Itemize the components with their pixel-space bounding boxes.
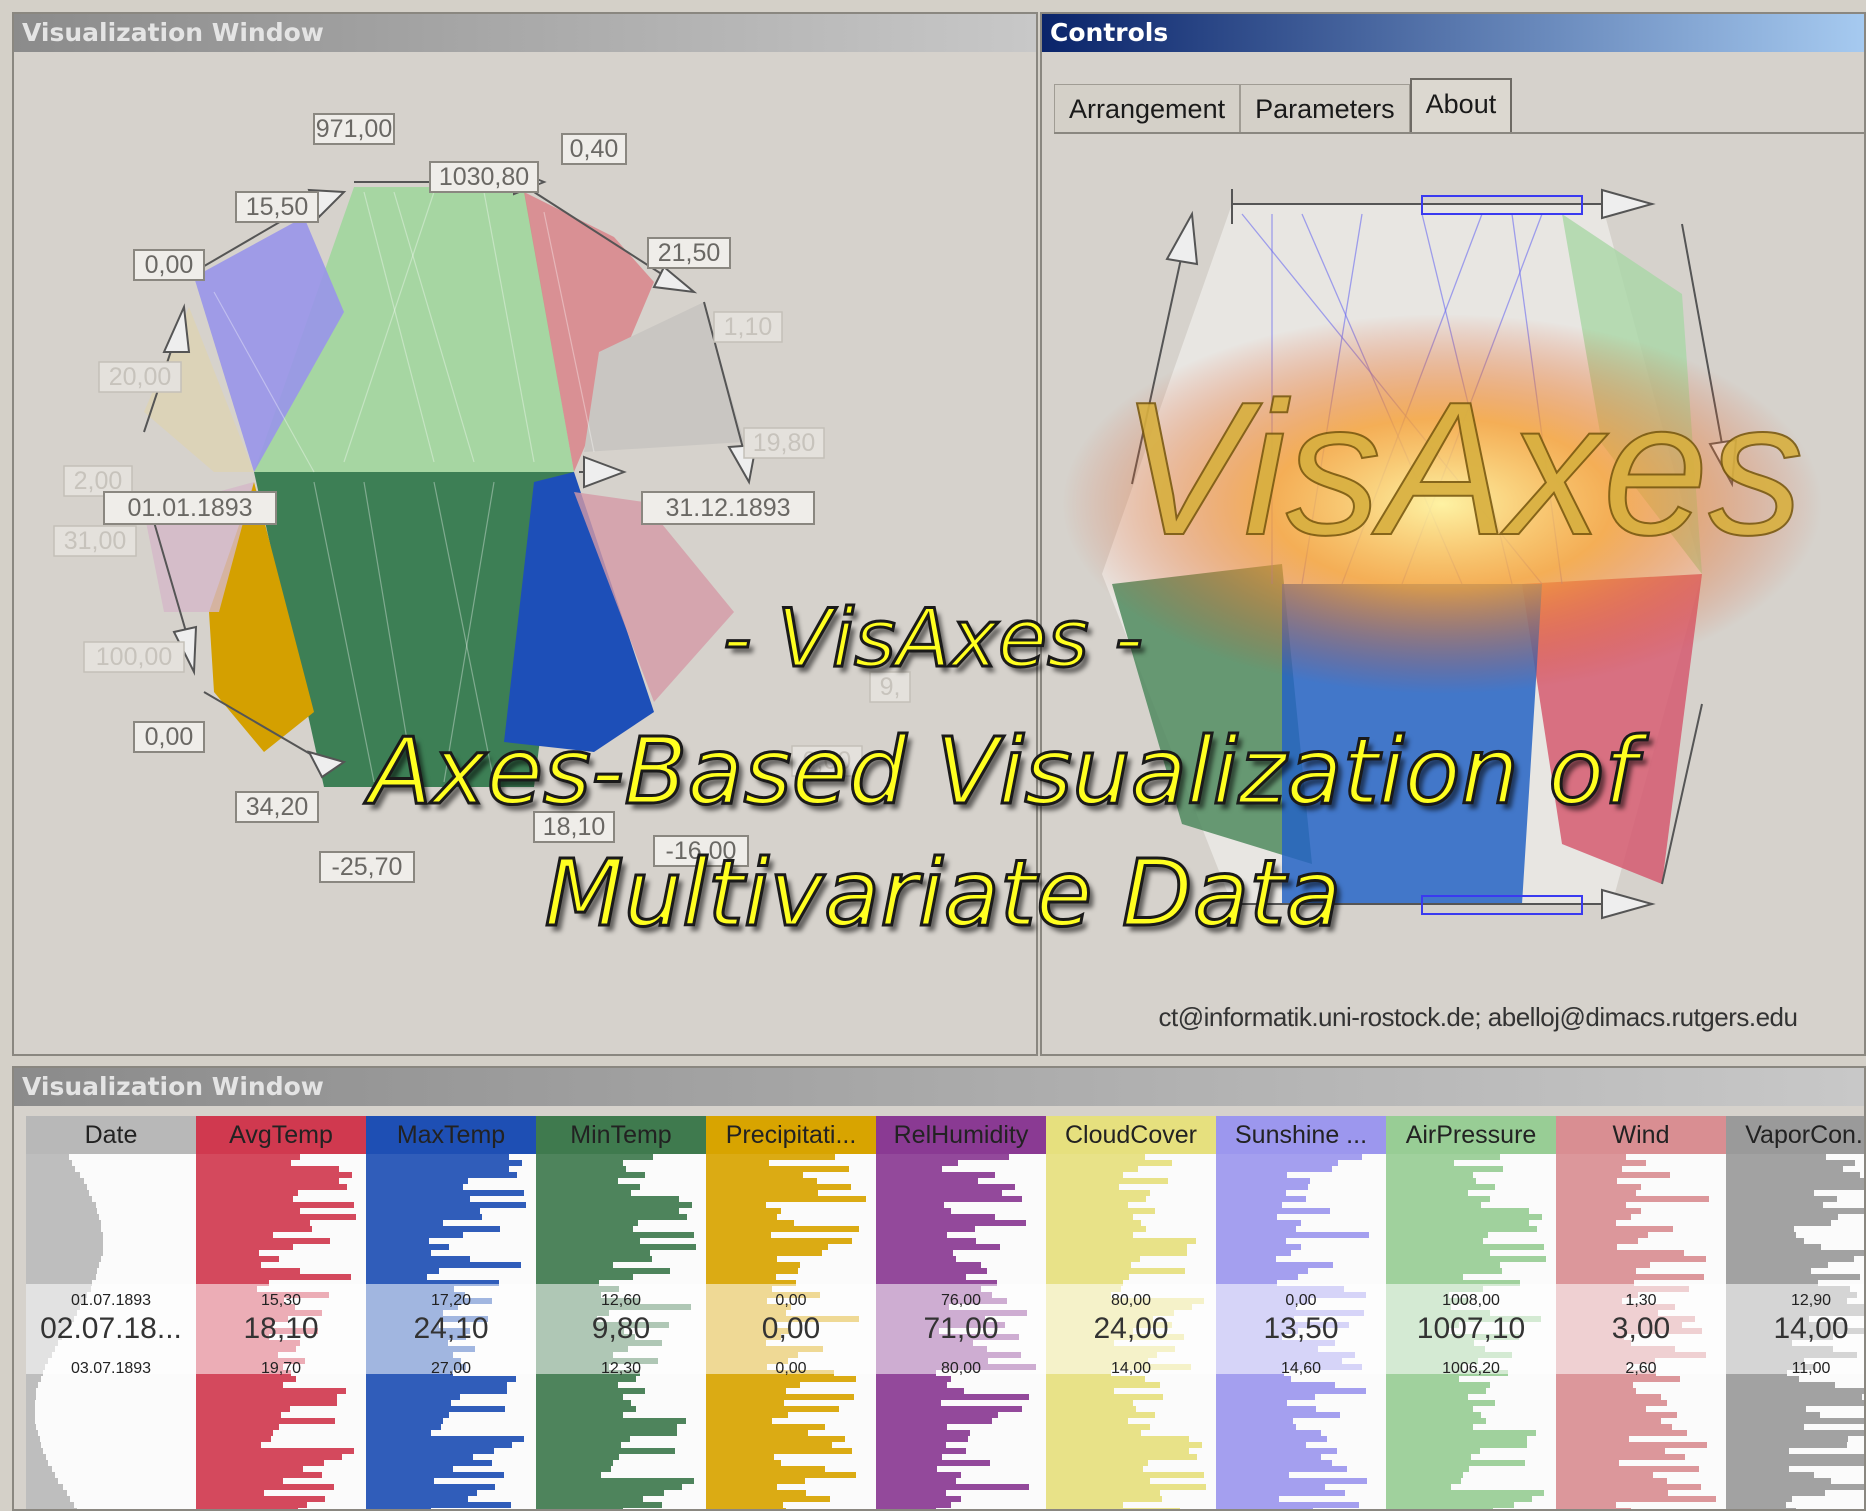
- column-header[interactable]: MinTemp: [536, 1116, 706, 1154]
- neighbor-value: 15,30: [260, 1292, 302, 1309]
- column-header[interactable]: MaxTemp: [366, 1116, 536, 1154]
- title-line-3: Multivariate Data: [543, 839, 1343, 949]
- title-line-2: Axes-Based Visualization of: [368, 717, 1639, 827]
- table-lens[interactable]: Date 01.07.1893 02.07.18... 03.07.1893 AvgTe…: [26, 1116, 1864, 1509]
- column-airpressure[interactable]: AirPressure 1008,00 1007,10 1006,20: [1386, 1116, 1556, 1509]
- column-header[interactable]: Precipitati...: [706, 1116, 876, 1154]
- svg-text:15,50: 15,50: [246, 193, 309, 221]
- column-header[interactable]: Wind: [1556, 1116, 1726, 1154]
- focus-value: 14,00: [1773, 1312, 1849, 1345]
- neighbor-value: 27,00: [430, 1360, 472, 1377]
- tab-about[interactable]: About: [1409, 78, 1513, 134]
- column-cloudcover[interactable]: CloudCover 80,00 24,00 14,00: [1046, 1116, 1216, 1509]
- svg-text:31.12.1893: 31.12.1893: [665, 494, 790, 522]
- column-header[interactable]: Sunshine ...: [1216, 1116, 1386, 1154]
- neighbor-value: 76,00: [940, 1292, 982, 1309]
- visaxes-logo-text: VisAxes: [1121, 363, 1804, 575]
- axis-label-start-date: 01.01.1893: [103, 491, 277, 525]
- neighbor-value: 14,60: [1280, 1360, 1322, 1377]
- column-header[interactable]: CloudCover: [1046, 1116, 1216, 1154]
- focus-value: 18,10: [243, 1312, 319, 1345]
- column-vaporcon[interactable]: VaporCon... 12,90 14,00 11,00: [1726, 1116, 1864, 1509]
- svg-text:20,00: 20,00: [109, 363, 172, 391]
- neighbor-value: 12,30: [600, 1360, 642, 1377]
- neighbor-value: 12,90: [1790, 1292, 1832, 1309]
- focus-value: 24,00: [1093, 1312, 1169, 1345]
- svg-text:1,10: 1,10: [724, 313, 773, 341]
- window-title: Controls: [1042, 14, 1864, 52]
- column-maxtemp[interactable]: MaxTemp 17,20 24,10 27,00: [366, 1116, 536, 1509]
- neighbor-value: 0,00: [1285, 1292, 1317, 1309]
- column-sunshine[interactable]: Sunshine ... 0,00 13,50 14,60: [1216, 1116, 1386, 1509]
- column-header[interactable]: Date: [26, 1116, 196, 1154]
- axis-label-15-50: 15,50: [235, 191, 319, 223]
- axis-label-0-00-a: 0,00: [133, 249, 205, 281]
- neighbor-value: 1,30: [1625, 1292, 1657, 1309]
- axis-label-0-40: 0,40: [561, 133, 627, 165]
- axis-label-1-10: 1,10: [713, 311, 783, 343]
- tab-divider: [1054, 132, 1864, 134]
- svg-text:0,00: 0,00: [145, 251, 194, 279]
- neighbor-value: 14,00: [1110, 1360, 1152, 1377]
- neighbor-value: 19,70: [260, 1360, 302, 1377]
- neighbor-value: 1008,00: [1442, 1292, 1500, 1309]
- svg-text:0,40: 0,40: [570, 135, 619, 163]
- focus-value: 24,10: [413, 1312, 489, 1345]
- axis-label-1030: 1030,80: [429, 161, 539, 193]
- tab-arrangement[interactable]: Arrangement: [1054, 84, 1241, 132]
- neighbor-value: 2,60: [1625, 1360, 1657, 1377]
- focus-value: 9,80: [591, 1312, 651, 1345]
- svg-text:19,80: 19,80: [753, 429, 816, 457]
- visualization-window-bottom: Visualization Window Date 01.07.1893 02.07…: [12, 1066, 1866, 1511]
- column-date[interactable]: Date 01.07.1893 02.07.18... 03.07.1893: [26, 1116, 196, 1509]
- axis-label-31-00: 31,00: [53, 525, 137, 557]
- tab-parameters[interactable]: Parameters: [1240, 84, 1410, 132]
- axis-label-end-date: 31.12.1893: [641, 491, 815, 525]
- focus-value: 13,50: [1263, 1312, 1339, 1345]
- neighbor-value: 01.07.1893: [70, 1292, 152, 1309]
- svg-text:21,50: 21,50: [658, 239, 721, 267]
- column-header[interactable]: AirPressure: [1386, 1116, 1556, 1154]
- focus-value: 71,00: [923, 1312, 999, 1345]
- svg-text:31,00: 31,00: [64, 527, 127, 555]
- svg-text:1030,80: 1030,80: [439, 163, 529, 191]
- focus-value: 0,00: [761, 1312, 821, 1345]
- svg-text:971,00: 971,00: [316, 115, 392, 143]
- tab-strip: Arrangement Parameters About: [1054, 78, 1513, 134]
- svg-text:01.01.1893: 01.01.1893: [127, 494, 252, 522]
- neighbor-value: 12,60: [600, 1292, 642, 1309]
- title-line-1: - VisAxes -: [721, 591, 1144, 687]
- neighbor-value: 80,00: [1110, 1292, 1152, 1309]
- column-header[interactable]: VaporCon...: [1726, 1116, 1864, 1154]
- axis-label-21-50: 21,50: [647, 237, 731, 269]
- neighbor-value: 11,00: [1791, 1360, 1831, 1377]
- focus-value: 1007,10: [1416, 1312, 1526, 1345]
- focus-value: 3,00: [1611, 1312, 1671, 1345]
- contact-emails: ct@informatik.uni-rostock.de; abelloj@di…: [1158, 1002, 1798, 1032]
- column-wind[interactable]: Wind 1,30 3,00 2,60: [1556, 1116, 1726, 1509]
- column-mintemp[interactable]: MinTemp 12,60 9,80 12,30: [536, 1116, 706, 1509]
- column-precipitati[interactable]: Precipitati... 0,00 0,00 0,00: [706, 1116, 876, 1509]
- neighbor-value: 80,00: [940, 1360, 982, 1377]
- svg-text:2,00: 2,00: [74, 467, 123, 495]
- window-title: Visualization Window: [14, 1068, 1864, 1106]
- neighbor-value: 17,20: [430, 1292, 472, 1309]
- neighbor-value: 03.07.1893: [70, 1360, 152, 1377]
- column-relhumidity[interactable]: RelHumidity 76,00 71,00 80,00: [876, 1116, 1046, 1509]
- column-header[interactable]: RelHumidity: [876, 1116, 1046, 1154]
- axis-label-20-00: 20,00: [98, 361, 182, 393]
- neighbor-value: 1006,20: [1442, 1360, 1500, 1377]
- column-header[interactable]: AvgTemp: [196, 1116, 366, 1154]
- axis-label-19-80: 19,80: [743, 427, 825, 459]
- neighbor-value: 0,00: [775, 1292, 807, 1309]
- column-avgtemp[interactable]: AvgTemp 15,30 18,10 19,70: [196, 1116, 366, 1509]
- neighbor-value: 0,00: [775, 1360, 807, 1377]
- window-title: Visualization Window: [14, 14, 1036, 52]
- focus-value: 02.07.18...: [40, 1312, 182, 1345]
- axis-label-971: 971,00: [313, 113, 395, 145]
